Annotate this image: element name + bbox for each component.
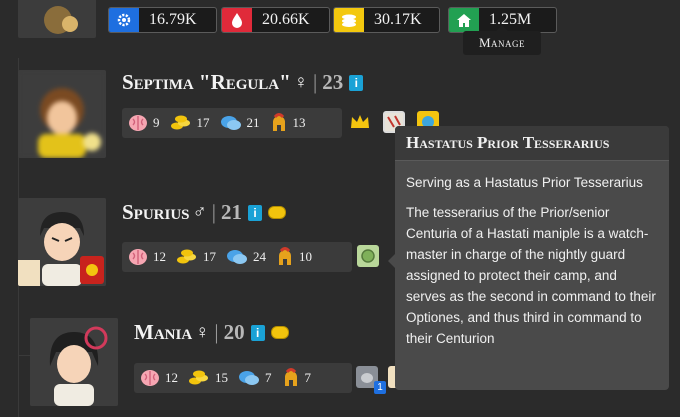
speech-icon xyxy=(227,249,247,264)
gender-female-icon: ♀ xyxy=(293,71,309,93)
character-age: 21 xyxy=(221,200,242,224)
avatar-top-partial[interactable] xyxy=(18,0,96,38)
character-age: 23 xyxy=(322,70,344,94)
coins-icon xyxy=(170,115,190,130)
brain-icon xyxy=(129,115,147,131)
helmet-icon xyxy=(279,247,291,265)
blood-drop-icon xyxy=(222,8,252,32)
info-button[interactable]: i xyxy=(248,204,262,221)
character-name[interactable]: Mania xyxy=(134,320,192,345)
stat-coins: 30.17K xyxy=(333,7,440,33)
helmet-icon xyxy=(284,368,297,386)
manage-tooltip: Manage xyxy=(463,25,541,55)
coins-icon xyxy=(334,8,364,32)
attributes-bar: 12 15 7 7 xyxy=(134,363,352,393)
helmet-icon xyxy=(272,113,285,131)
character-name-row: Spurius ♂ | 21 i xyxy=(122,200,286,225)
avatar-septima[interactable] xyxy=(18,70,106,158)
gender-female-icon: ♀ xyxy=(195,321,210,343)
crown-icon[interactable] xyxy=(349,111,371,133)
speech-icon xyxy=(220,115,241,130)
character-age: 20 xyxy=(223,320,245,344)
tooltip-summary: Serving as a Hastatus Prior Tesserarius xyxy=(406,175,643,190)
avatar-spurius[interactable] xyxy=(18,198,106,286)
character-name-row: Septima "Regula" ♀ | 23 i xyxy=(122,70,364,95)
coins-icon xyxy=(189,370,208,385)
hastatus-badge-icon[interactable] xyxy=(357,245,379,267)
coin-icon xyxy=(268,206,286,219)
attr-intelligence: 12 xyxy=(128,248,166,266)
home-icon[interactable] xyxy=(449,8,479,32)
gender-male-icon: ♂ xyxy=(192,201,207,223)
attr-charisma: 24 xyxy=(226,249,266,266)
attr-charisma: 21 xyxy=(220,115,260,132)
gear-icon xyxy=(109,8,139,32)
attr-wealth: 17 xyxy=(170,115,210,131)
attr-intelligence: 12 xyxy=(140,369,178,387)
attributes-bar: 9 17 21 13 xyxy=(122,108,342,138)
info-button[interactable]: i xyxy=(250,324,265,341)
badge-count: 1 xyxy=(374,381,386,394)
coins-icon xyxy=(177,249,196,264)
avatar-mania[interactable] xyxy=(30,318,118,406)
attr-martial: 10 xyxy=(276,247,312,267)
info-button[interactable]: i xyxy=(349,74,364,91)
character-name-row: Mania ♀ | 20 i xyxy=(134,320,289,345)
attr-charisma: 7 xyxy=(238,370,272,387)
coin-icon xyxy=(270,326,289,339)
rank-tooltip: Hastatus Prior Tesserarius Serving as a … xyxy=(388,126,669,390)
tooltip-description: The tesserarius of the Prior/senior Cent… xyxy=(406,205,656,346)
attr-wealth: 17 xyxy=(176,249,216,265)
tooltip-title: Hastatus Prior Tesserarius xyxy=(395,126,669,161)
attr-wealth: 15 xyxy=(188,370,228,386)
attributes-bar: 12 17 24 10 xyxy=(122,242,352,272)
character-name[interactable]: Septima "Regula" xyxy=(122,70,291,95)
tree-branch xyxy=(18,355,30,356)
stat-blood: 20.66K xyxy=(221,7,330,33)
brain-icon xyxy=(141,370,159,386)
speech-icon xyxy=(239,370,259,385)
stat-gear: 16.79K xyxy=(108,7,217,33)
character-name[interactable]: Spurius xyxy=(122,200,190,225)
attr-intelligence: 9 xyxy=(128,114,160,132)
brain-icon xyxy=(129,249,147,265)
attr-martial: 13 xyxy=(270,113,306,133)
attr-martial: 7 xyxy=(282,368,311,388)
